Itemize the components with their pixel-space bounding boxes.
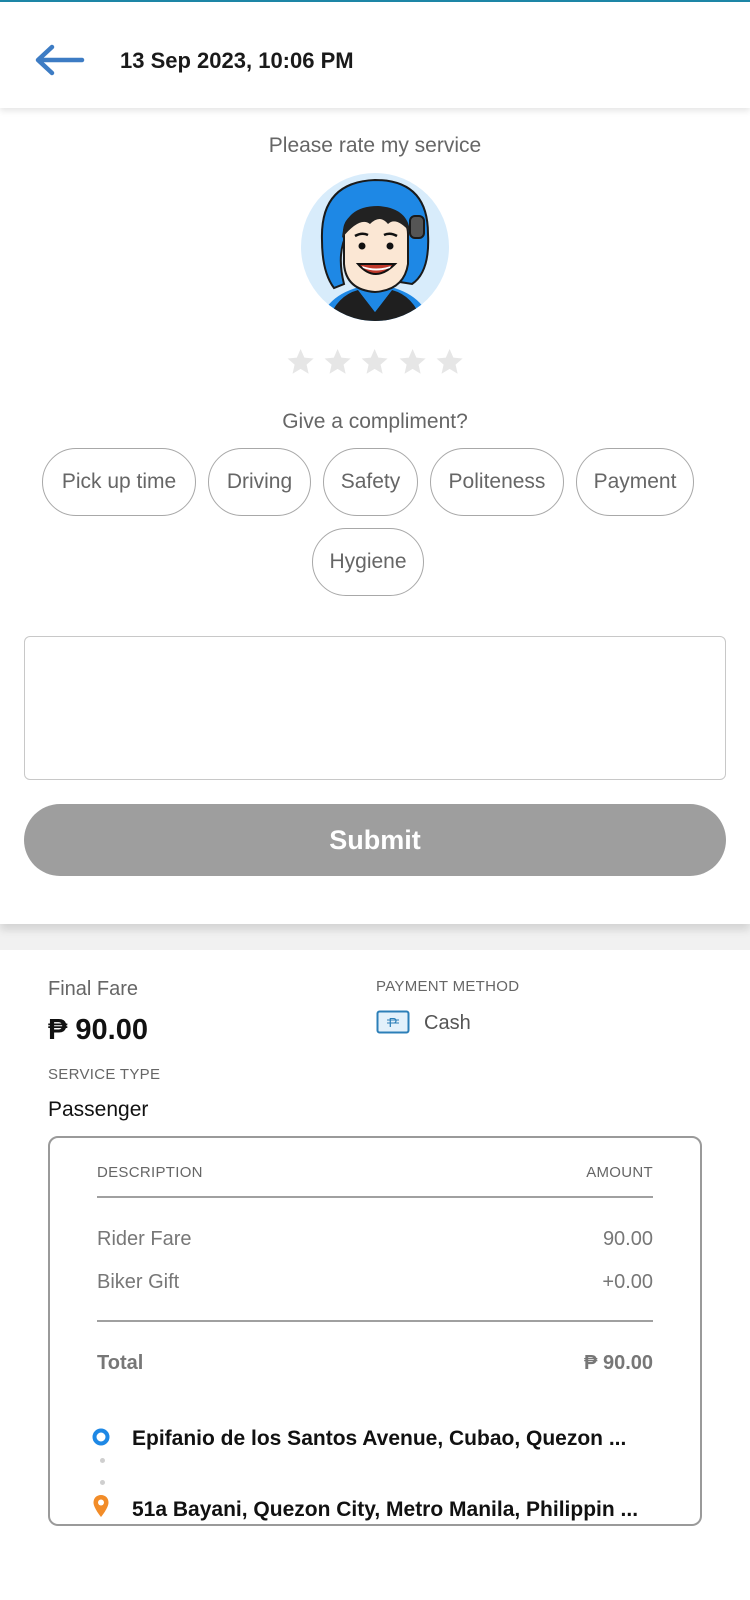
- star-rating: [285, 346, 465, 386]
- divider: [97, 1320, 653, 1322]
- dropoff-pin-icon: [93, 1495, 109, 1517]
- star-icon[interactable]: [285, 346, 316, 378]
- description-header: DESCRIPTION: [97, 1164, 203, 1181]
- route-dot: [100, 1458, 105, 1463]
- chip-politeness[interactable]: Politeness: [430, 448, 564, 516]
- arrow-left-icon: [35, 44, 85, 76]
- chip-driving[interactable]: Driving: [208, 448, 311, 516]
- pickup-dot-icon: [92, 1428, 110, 1446]
- gift-row-amount: +0.00: [602, 1271, 653, 1293]
- gift-row-label: Biker Gift: [97, 1271, 180, 1293]
- amount-header: AMOUNT: [586, 1164, 653, 1181]
- route-dot: [100, 1480, 105, 1485]
- star-icon[interactable]: [359, 346, 390, 378]
- rider-avatar: [301, 173, 449, 321]
- pickup-address: Epifanio de los Santos Avenue, Cubao, Qu…: [132, 1427, 627, 1450]
- trip-datetime: 13 Sep 2023, 10:06 PM: [120, 48, 354, 73]
- cash-icon: P: [376, 1010, 410, 1034]
- chip-hygiene[interactable]: Hygiene: [312, 528, 424, 596]
- star-icon[interactable]: [322, 346, 353, 378]
- payment-method-value: Cash: [424, 1012, 471, 1034]
- divider: [97, 1196, 653, 1198]
- chip-pick-up-time[interactable]: Pick up time: [42, 448, 196, 516]
- comment-input[interactable]: [24, 636, 726, 780]
- fare-row-amount: 90.00: [602, 1228, 653, 1250]
- fare-breakdown: DESCRIPTION AMOUNT Rider Fare 90.00 Bike…: [48, 1136, 702, 1526]
- section-divider: [0, 924, 750, 950]
- chip-payment[interactable]: Payment: [576, 448, 694, 516]
- fare-row-label: Rider Fare: [97, 1228, 192, 1250]
- back-button[interactable]: [30, 40, 88, 80]
- service-type-label: SERVICE TYPE: [48, 1066, 161, 1083]
- final-fare-label: Final Fare: [48, 978, 139, 1000]
- total-value: ₱ 90.00: [584, 1352, 653, 1374]
- star-icon[interactable]: [397, 346, 428, 378]
- rating-card: Please rate my service Give a compliment…: [0, 108, 750, 924]
- chip-safety[interactable]: Safety: [323, 448, 418, 516]
- compliment-prompt: Give a compliment?: [282, 410, 468, 433]
- total-label: Total: [97, 1352, 144, 1374]
- dropoff-address: 51a Bayani, Quezon City, Metro Manila, P…: [132, 1498, 639, 1521]
- submit-button[interactable]: Submit: [24, 804, 726, 876]
- service-type-value: Passenger: [48, 1098, 149, 1121]
- star-icon[interactable]: [434, 346, 465, 378]
- trip-summary: Final Fare ₱ 90.00 PAYMENT METHOD P Cash…: [0, 950, 750, 1600]
- payment-method-label: PAYMENT METHOD: [376, 978, 520, 995]
- rate-prompt: Please rate my service: [268, 134, 482, 157]
- final-fare-value: ₱ 90.00: [48, 1014, 148, 1046]
- header-bar: 13 Sep 2023, 10:06 PM: [0, 2, 750, 108]
